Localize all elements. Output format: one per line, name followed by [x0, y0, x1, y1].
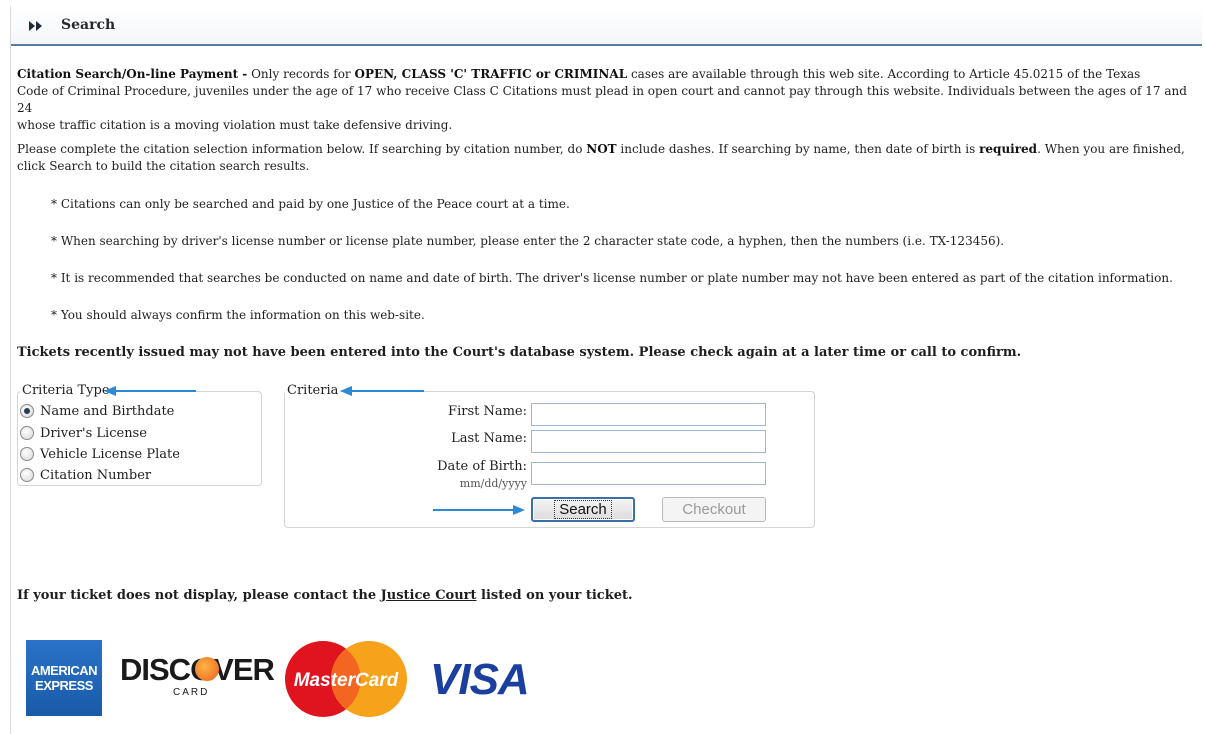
bullet-item: * You should always confirm the informat…	[51, 308, 425, 322]
dob-input[interactable]	[531, 462, 766, 485]
search-button-label: Search	[554, 500, 612, 519]
arrow-left-icon	[340, 386, 424, 396]
criteria-type-group: Criteria Type Name and Birthdate Driver'…	[17, 383, 262, 486]
instructions-text: Please complete the citation selection i…	[17, 142, 587, 156]
visa-logo: VISA	[430, 655, 530, 704]
instructions-text: . When you are finished,	[1037, 142, 1185, 156]
justice-court-link[interactable]: Justice Court	[381, 588, 477, 603]
radio-label: Vehicle License Plate	[40, 446, 180, 462]
search-button[interactable]: Search	[531, 497, 635, 522]
radio-label: Citation Number	[40, 467, 152, 483]
last-name-input[interactable]	[531, 430, 766, 453]
section-title: Search	[61, 17, 116, 33]
checkout-button[interactable]: Checkout	[662, 497, 766, 522]
discover-orange-circle	[195, 657, 219, 681]
first-name-input[interactable]	[531, 403, 766, 426]
intro-text: Code of Criminal Procedure, juveniles un…	[17, 84, 1187, 115]
radio-drivers-license[interactable]: Driver's License	[20, 424, 147, 442]
contact-text-part: If your ticket does not display, please …	[17, 588, 381, 603]
radio-citation-number[interactable]: Citation Number	[20, 466, 151, 484]
instructions-bold: NOT	[586, 142, 617, 156]
mastercard-text: MasterCard	[294, 670, 399, 691]
radio-button[interactable]	[20, 426, 34, 440]
instructions-bold: required	[979, 142, 1038, 156]
intro-bold: OPEN, CLASS 'C' TRAFFIC or CRIMINAL	[354, 67, 628, 81]
radio-label: Name and Birthdate	[40, 403, 175, 419]
last-name-label: Last Name:	[451, 431, 527, 446]
instructions-text: click Search to build the citation searc…	[17, 159, 310, 173]
radio-button[interactable]	[20, 447, 34, 461]
mastercard-logo: MasterCard	[285, 641, 407, 717]
radio-label: Driver's License	[40, 425, 147, 441]
intro-paragraph: Citation Search/On-line Payment - Only r…	[17, 66, 1197, 134]
amex-logo: AMERICAN EXPRESS	[26, 640, 102, 716]
bullet-item: * When searching by driver's license num…	[51, 234, 1005, 248]
radio-vehicle-plate[interactable]: Vehicle License Plate	[20, 445, 180, 463]
criteria-legend: Criteria	[285, 383, 341, 398]
criteria-type-legend: Criteria Type	[20, 383, 112, 398]
intro-text: whose traffic citation is a moving viola…	[17, 118, 453, 132]
intro-text: Only records for	[247, 67, 355, 81]
radio-button[interactable]	[20, 468, 34, 482]
radio-button[interactable]	[20, 404, 34, 418]
instructions-paragraph: Please complete the citation selection i…	[17, 141, 1197, 175]
warning-text: Tickets recently issued may not have bee…	[17, 345, 1022, 360]
arrow-right-icon	[433, 505, 525, 515]
bullet-item: * It is recommended that searches be con…	[51, 271, 1173, 285]
dob-label: Date of Birth:	[437, 459, 527, 474]
amex-line: EXPRESS	[35, 678, 93, 693]
section-header: Search	[11, 8, 1202, 46]
discover-sub: CARD	[173, 687, 210, 698]
intro-lead: Citation Search/On-line Payment -	[17, 67, 248, 81]
bullet-item: * Citations can only be searched and pai…	[51, 197, 570, 211]
dob-format-hint: mm/dd/yyyy	[459, 477, 527, 490]
amex-line: AMERICAN	[30, 663, 98, 678]
arrow-left-icon	[104, 386, 196, 396]
intro-text: cases are available through this web sit…	[627, 67, 1141, 81]
first-name-label: First Name:	[448, 404, 527, 419]
double-chevron-right-icon	[29, 21, 42, 31]
discover-logo: DISCOVER CARD	[120, 652, 275, 702]
instructions-text: include dashes. If searching by name, th…	[616, 142, 980, 156]
contact-text-part: listed on your ticket.	[476, 588, 633, 603]
contact-text: If your ticket does not display, please …	[17, 588, 633, 603]
radio-name-birthdate[interactable]: Name and Birthdate	[20, 402, 174, 420]
